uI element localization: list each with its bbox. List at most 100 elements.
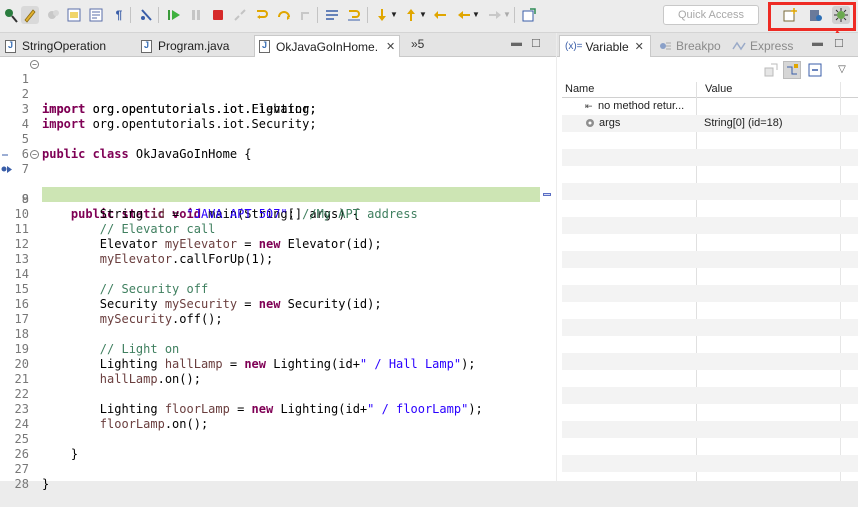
close-tab-icon[interactable]: ✕ — [635, 40, 644, 53]
variable-name: no method retur... — [598, 100, 685, 112]
fold-collapse-icon[interactable]: − — [30, 150, 39, 159]
variable-name: args — [599, 117, 621, 129]
collapse-all-icon[interactable] — [806, 61, 824, 79]
code-line: 24 — [0, 402, 556, 431]
show-whitespace-icon[interactable]: ¶ — [110, 6, 128, 24]
variables-pane: (x)= Variable ✕ Breakpo Express ▬ ☐ ▽ Na… — [557, 33, 858, 481]
show-logical-structure-icon[interactable] — [783, 61, 801, 79]
variable-row[interactable]: args String[0] (id=18) — [562, 115, 858, 132]
tab-label: StringOperation — [22, 39, 107, 53]
code-line: 6 — [0, 132, 556, 161]
terminate-icon[interactable] — [209, 6, 227, 24]
annotation-highlight-box — [768, 2, 856, 31]
use-step-filters-icon[interactable] — [345, 6, 363, 24]
tab-program-java[interactable]: Program.java — [141, 35, 229, 57]
code-line: 19 Lighting hallLamp = new Lighting(id+"… — [0, 327, 556, 371]
tab-label: Express — [750, 39, 794, 53]
empty-row — [562, 234, 858, 251]
line-number: 28 — [14, 477, 29, 491]
minimize-icon[interactable]: ▬ — [511, 37, 522, 49]
tab-label: Breakpo — [676, 39, 721, 53]
previous-annotation-icon[interactable] — [402, 6, 420, 24]
show-type-names-icon[interactable] — [762, 61, 780, 79]
quick-access-input[interactable]: Quick Access — [663, 5, 759, 25]
disconnect-icon[interactable] — [231, 6, 249, 24]
previous-annotation-dropdown-icon[interactable]: ▼ — [419, 6, 427, 24]
next-annotation-icon[interactable] — [373, 6, 391, 24]
empty-row — [562, 353, 858, 370]
mark-occurrences-icon[interactable] — [44, 6, 62, 24]
empty-row — [562, 132, 858, 149]
word-wrap-icon[interactable] — [87, 6, 105, 24]
pin-editor-icon[interactable] — [520, 6, 538, 24]
tab-label: OkJavaGoInHome. — [276, 39, 379, 54]
back-icon[interactable] — [455, 6, 473, 24]
code-line: 26 — [0, 432, 556, 461]
variables-tab-bar: (x)= Variable ✕ Breakpo Express ▬ ☐ — [557, 33, 858, 57]
empty-row — [562, 370, 858, 387]
forward-dropdown-icon[interactable]: ▼ — [503, 6, 511, 24]
maximize-icon[interactable]: ☐ — [834, 37, 844, 50]
code-line: 5 public class OkJavaGoInHome { — [0, 117, 556, 161]
block-selection-icon[interactable] — [65, 6, 83, 24]
tab-variables[interactable]: (x)= Variable ✕ — [559, 35, 651, 57]
code-line: 15 Security mySecurity = new Security(id… — [0, 267, 556, 311]
close-tab-icon[interactable]: ✕ — [386, 40, 395, 53]
code-line: 17 — [0, 297, 556, 326]
code-line: 21 — [0, 357, 556, 386]
variable-row[interactable]: ⇤ no method retur... — [562, 98, 858, 115]
minimize-icon[interactable]: ▬ — [812, 37, 823, 49]
step-over-icon[interactable] — [275, 6, 293, 24]
code-line: 16 mySecurity.off(); — [0, 282, 556, 326]
tab-overflow-button[interactable]: »5 — [411, 37, 424, 51]
tab-expressions[interactable]: Express — [731, 35, 793, 57]
remove-breakpoints-icon[interactable] — [137, 6, 155, 24]
empty-row — [562, 319, 858, 336]
code-editor[interactable]: 1 − import org.opentutorials.iot.Elevato… — [0, 57, 556, 491]
variables-table-header: Name Value — [562, 82, 858, 98]
empty-row — [562, 200, 858, 217]
fold-collapse-icon[interactable]: − — [30, 60, 39, 69]
java-file-icon — [5, 39, 16, 53]
empty-row — [562, 183, 858, 200]
edit-toggle-icon[interactable] — [21, 6, 39, 24]
step-return-icon[interactable] — [297, 6, 315, 24]
java-file-icon — [259, 40, 270, 53]
suspend-icon[interactable] — [187, 6, 205, 24]
tab-stringoperation[interactable]: StringOperation — [5, 35, 106, 57]
skip-breakpoints-icon[interactable] — [2, 6, 20, 24]
empty-row — [562, 268, 858, 285]
code-line: 14 // Security off — [0, 252, 556, 296]
code-line: 25 } — [0, 417, 556, 461]
next-annotation-dropdown-icon[interactable]: ▼ — [390, 6, 398, 24]
column-header-value[interactable]: Value — [705, 83, 732, 95]
code-line: 27 } — [0, 447, 556, 491]
empty-row — [562, 438, 858, 455]
main-toolbar: ¶ ▼ ▼ ▼ ▼ Quick Access — [0, 0, 858, 33]
code-line: 3 import org.opentutorials.iot.Security; — [0, 87, 556, 131]
maximize-icon[interactable]: ☐ — [531, 37, 541, 50]
expressions-view-icon — [732, 41, 746, 51]
code-line: 7 − public static void main(String[] arg… — [0, 147, 556, 221]
resume-icon[interactable] — [165, 6, 183, 24]
step-into-icon[interactable] — [253, 6, 271, 24]
code-line: 13 — [0, 237, 556, 266]
breakpoints-view-icon — [660, 42, 671, 50]
column-header-name[interactable]: Name — [565, 83, 594, 95]
code-line: 9 — [0, 177, 556, 206]
empty-row — [562, 251, 858, 268]
view-menu-icon[interactable]: ▽ — [833, 61, 851, 79]
code-line: 10 // Elevator call — [0, 192, 556, 236]
code-line: 2 import org.opentutorials.iot.Lighting; — [0, 72, 556, 116]
tab-breakpoints[interactable]: Breakpo — [658, 35, 721, 57]
code-line: 22 Lighting floorLamp = new Lighting(id+… — [0, 372, 556, 416]
breakpoint-overlay-icon — [2, 154, 8, 156]
back-dropdown-icon[interactable]: ▼ — [472, 6, 480, 24]
editor-pane: StringOperation Program.java OkJavaGoInH… — [0, 33, 556, 491]
empty-row — [562, 404, 858, 421]
tab-okjavagoinhome[interactable]: OkJavaGoInHome. ✕ — [254, 35, 400, 57]
last-edit-location-icon[interactable] — [431, 6, 449, 24]
drop-to-frame-icon[interactable] — [323, 6, 341, 24]
tab-label: Variable — [585, 39, 629, 54]
forward-icon[interactable] — [486, 6, 504, 24]
